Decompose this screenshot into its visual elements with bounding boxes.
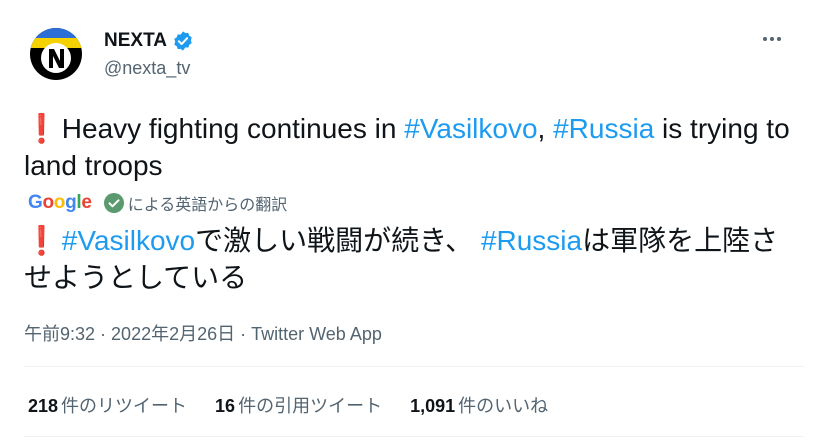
stat-count: 218	[28, 396, 59, 416]
nexta-logo-icon	[30, 28, 82, 80]
translation-attribution[interactable]: Google による英語からの翻訳	[28, 191, 287, 215]
retweets-stat[interactable]: 218 件のリツイート	[28, 392, 187, 418]
engagement-stats: 218 件のリツイート 16 件の引用ツイート 1,091 件のいいね	[28, 392, 576, 418]
translated-tweet-text: ❗ #Vasilkovoで激しい戦闘が続き、 #Russiaは軍隊を上陸させよう…	[24, 222, 804, 296]
translated-text-part	[54, 225, 62, 256]
check-circle-icon	[103, 193, 124, 213]
tweet-card: NEXTA @nexta_tv ❗ Heavy fighting continu…	[0, 0, 828, 445]
stat-label: 件のリツイート	[61, 396, 188, 416]
divider	[24, 366, 804, 367]
author-name-row[interactable]: NEXTA	[104, 30, 194, 52]
tweet-date[interactable]: 2022年2月26日	[111, 324, 235, 344]
stat-label: 件の引用ツイート	[238, 396, 383, 416]
exclamation-icon: ❗	[24, 113, 59, 144]
meta-separator: ·	[95, 324, 112, 344]
verified-badge-icon	[172, 30, 194, 52]
translated-text-part: で激しい戦闘が続き、	[195, 225, 481, 256]
stat-count: 1,091	[410, 396, 456, 416]
translated-from-label: による英語からの翻訳	[127, 197, 288, 214]
divider	[24, 436, 804, 437]
stat-label: 件のいいね	[458, 396, 549, 416]
exclamation-icon: ❗	[24, 225, 59, 256]
tweet-metadata: 午前9:32 · 2022年2月26日 · Twitter Web App	[24, 320, 382, 346]
avatar[interactable]	[30, 28, 82, 80]
meta-separator: ·	[235, 324, 252, 344]
tweet-text-part: ,	[537, 113, 554, 144]
author-handle[interactable]: @nexta_tv	[104, 58, 190, 79]
more-options-icon[interactable]	[763, 34, 787, 44]
tweet-text-part: Heavy fighting continues in	[54, 113, 405, 144]
likes-stat[interactable]: 1,091 件のいいね	[410, 392, 548, 418]
hashtag-link[interactable]: #Vasilkovo	[62, 225, 195, 256]
quote-tweets-stat[interactable]: 16 件の引用ツイート	[215, 392, 382, 418]
hashtag-link[interactable]: #Vasilkovo	[404, 113, 537, 144]
tweet-time[interactable]: 午前9:32	[24, 324, 95, 344]
hashtag-link[interactable]: #Russia	[481, 225, 582, 256]
tweet-source-app[interactable]: Twitter Web App	[251, 324, 382, 344]
author-display-name[interactable]: NEXTA	[104, 30, 167, 52]
hashtag-link[interactable]: #Russia	[553, 113, 654, 144]
stat-count: 16	[215, 396, 236, 416]
tweet-text: ❗ Heavy fighting continues in #Vasilkovo…	[24, 110, 804, 184]
google-logo: Google	[28, 192, 92, 213]
